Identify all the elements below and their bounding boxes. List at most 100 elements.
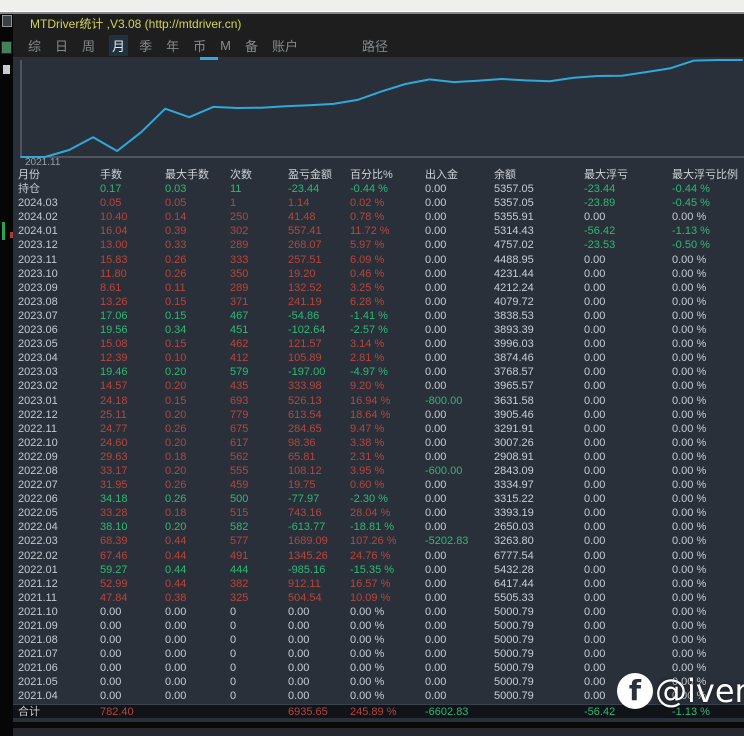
table-row: 2023.11 15.83 0.26 333 257.51 6.09 % 0.00 4488.… bbox=[13, 253, 744, 267]
value-cell: 5314.43 bbox=[494, 225, 534, 238]
value-cell: 0.60 % bbox=[350, 479, 385, 492]
value-cell: 0.00 bbox=[425, 324, 447, 337]
value-cell: 617 bbox=[230, 436, 249, 449]
value-cell: 0.00 bbox=[288, 676, 310, 689]
value-cell: 0.00 % bbox=[672, 521, 707, 534]
value-cell: 241.19 bbox=[288, 295, 322, 308]
value-cell: 0.15 bbox=[165, 394, 187, 407]
value-cell: 0.00 % bbox=[672, 211, 707, 224]
month-cell: 2022.02 bbox=[18, 549, 58, 562]
value-cell: 0.14 bbox=[165, 211, 187, 224]
value-cell: 0.00 bbox=[584, 211, 606, 224]
value-cell: 52.99 bbox=[100, 577, 128, 590]
value-cell: 0.33 bbox=[165, 239, 187, 252]
chart-canvas bbox=[20, 59, 744, 158]
value-cell: 782.40 bbox=[100, 705, 134, 718]
value-cell: 350 bbox=[230, 267, 249, 280]
month-cell: 2023.08 bbox=[18, 295, 58, 308]
table-row: 2021.12 52.99 0.44 382 912.11 16.57 % 0.00 6417… bbox=[13, 577, 744, 591]
value-cell: 382 bbox=[230, 577, 249, 590]
value-cell: 0.00 bbox=[584, 422, 606, 435]
menu-item-年[interactable]: 年 bbox=[166, 36, 179, 55]
value-cell: 371 bbox=[230, 295, 249, 308]
value-cell: -23.44 bbox=[584, 183, 616, 196]
value-cell: 0.00 bbox=[165, 634, 187, 647]
month-cell: 2023.01 bbox=[18, 394, 58, 407]
value-cell: 0.00 bbox=[425, 295, 447, 308]
month-cell: 2022.09 bbox=[18, 450, 58, 463]
value-cell: 0.15 bbox=[165, 309, 187, 322]
mtdriver-window: MTDriver统计 ,V3.08 (http://mtdriver.cn) 综… bbox=[13, 14, 744, 736]
content-panel: 2021.11 月份 手数 最大手数 次数 盈亏金额 百分比% 出入金 余额 最大浮亏 最大浮亏比… bbox=[13, 57, 744, 722]
value-cell: 0.00 % bbox=[672, 648, 707, 661]
value-cell bbox=[494, 705, 584, 718]
value-cell: 0.39 bbox=[165, 225, 187, 238]
window-title: MTDriver统计 ,V3.08 (http://mtdriver.cn) bbox=[30, 17, 242, 31]
table-row: 2021.07 0.00 0.00 0 0.00 0.00 % 0.00 5000.79 0.0… bbox=[13, 647, 744, 661]
value-cell: 47.84 bbox=[100, 591, 128, 604]
value-cell: 0.05 bbox=[100, 197, 122, 210]
value-cell: 0.00 bbox=[425, 563, 447, 576]
value-cell: 4231.44 bbox=[494, 267, 534, 280]
menu-item-币[interactable]: 币 bbox=[193, 36, 206, 55]
equity-line bbox=[20, 59, 743, 158]
value-cell: -5202.83 bbox=[425, 535, 469, 548]
menu-item-path[interactable]: 路径 bbox=[362, 36, 388, 55]
value-cell: 0.00 % bbox=[672, 380, 707, 393]
value-cell: 0.00 bbox=[425, 521, 447, 534]
menu-item-综[interactable]: 综 bbox=[28, 36, 41, 55]
value-cell: 0.00 % bbox=[672, 493, 707, 506]
value-cell: 3768.57 bbox=[494, 366, 534, 379]
value-cell: 0 bbox=[230, 690, 237, 703]
value-cell: 0.00 bbox=[425, 281, 447, 294]
equity-chart: 2021.11 bbox=[13, 57, 744, 169]
value-cell: 3874.46 bbox=[494, 352, 534, 365]
value-cell: 0.00 bbox=[100, 676, 122, 689]
table-row: 2021.11 47.84 0.38 325 504.54 10.09 % 0.00 5505… bbox=[13, 591, 744, 605]
value-cell: 4212.24 bbox=[494, 281, 534, 294]
value-cell: 0.00 bbox=[584, 281, 606, 294]
menu-item-周[interactable]: 周 bbox=[82, 36, 95, 55]
value-cell: 0.00 bbox=[584, 366, 606, 379]
value-cell: 289 bbox=[230, 239, 249, 252]
value-cell: -985.16 bbox=[288, 563, 326, 576]
value-cell: 5000.79 bbox=[494, 605, 534, 618]
month-cell: 2022.03 bbox=[18, 535, 58, 548]
value-cell: -800.00 bbox=[425, 394, 463, 407]
month-cell: 2022.07 bbox=[18, 479, 58, 492]
value-cell: -18.81 % bbox=[350, 521, 395, 534]
month-cell: 2023.07 bbox=[18, 309, 58, 322]
month-cell: 2024.01 bbox=[18, 225, 58, 238]
value-cell: 0.00 bbox=[584, 479, 606, 492]
value-cell: 0.10 bbox=[165, 352, 187, 365]
menu-item-月[interactable]: 月 bbox=[109, 34, 129, 56]
month-cell: 月份 bbox=[18, 169, 40, 181]
value-cell: 0.00 bbox=[165, 676, 187, 689]
value-cell: 19.46 bbox=[100, 366, 128, 379]
month-cell: 2021.08 bbox=[18, 634, 58, 647]
menu-item-日[interactable]: 日 bbox=[55, 36, 68, 55]
table-row: 2022.11 24.77 0.26 675 284.65 9.47 % 0.00 3291.… bbox=[13, 422, 744, 436]
month-cell: 2022.06 bbox=[18, 493, 58, 506]
month-cell: 2021.12 bbox=[18, 577, 58, 590]
table-row: 2022.02 67.46 0.44 491 1345.26 24.76 % 0.00 677… bbox=[13, 549, 744, 563]
value-cell: 912.11 bbox=[288, 577, 321, 590]
menu-item-备[interactable]: 备 bbox=[245, 36, 258, 55]
window-fragment-icon bbox=[2, 15, 12, 27]
value-cell: 0.00 bbox=[165, 662, 187, 675]
value-cell: 24.77 bbox=[100, 422, 128, 435]
value-cell: 5432.28 bbox=[494, 563, 534, 576]
value-cell: -0.44 % bbox=[350, 183, 388, 196]
value-cell: -54.86 bbox=[288, 309, 320, 322]
value-cell: 613.54 bbox=[288, 408, 322, 421]
value-cell: 2.31 % bbox=[350, 450, 385, 463]
menu-item-季[interactable]: 季 bbox=[139, 36, 152, 55]
menu-item-M[interactable]: M bbox=[220, 38, 231, 53]
value-cell: 0.26 bbox=[165, 422, 187, 435]
value-cell: 0.00 % bbox=[672, 324, 707, 337]
value-cell: 5000.79 bbox=[494, 620, 534, 632]
value-cell: 0.00 bbox=[425, 380, 447, 393]
value-cell: 459 bbox=[230, 479, 249, 492]
menu-item-账户[interactable]: 账户 bbox=[272, 36, 298, 55]
table-row: 2023.07 17.06 0.15 467 -54.86 -1.41 % 0.00 3838… bbox=[13, 309, 744, 323]
